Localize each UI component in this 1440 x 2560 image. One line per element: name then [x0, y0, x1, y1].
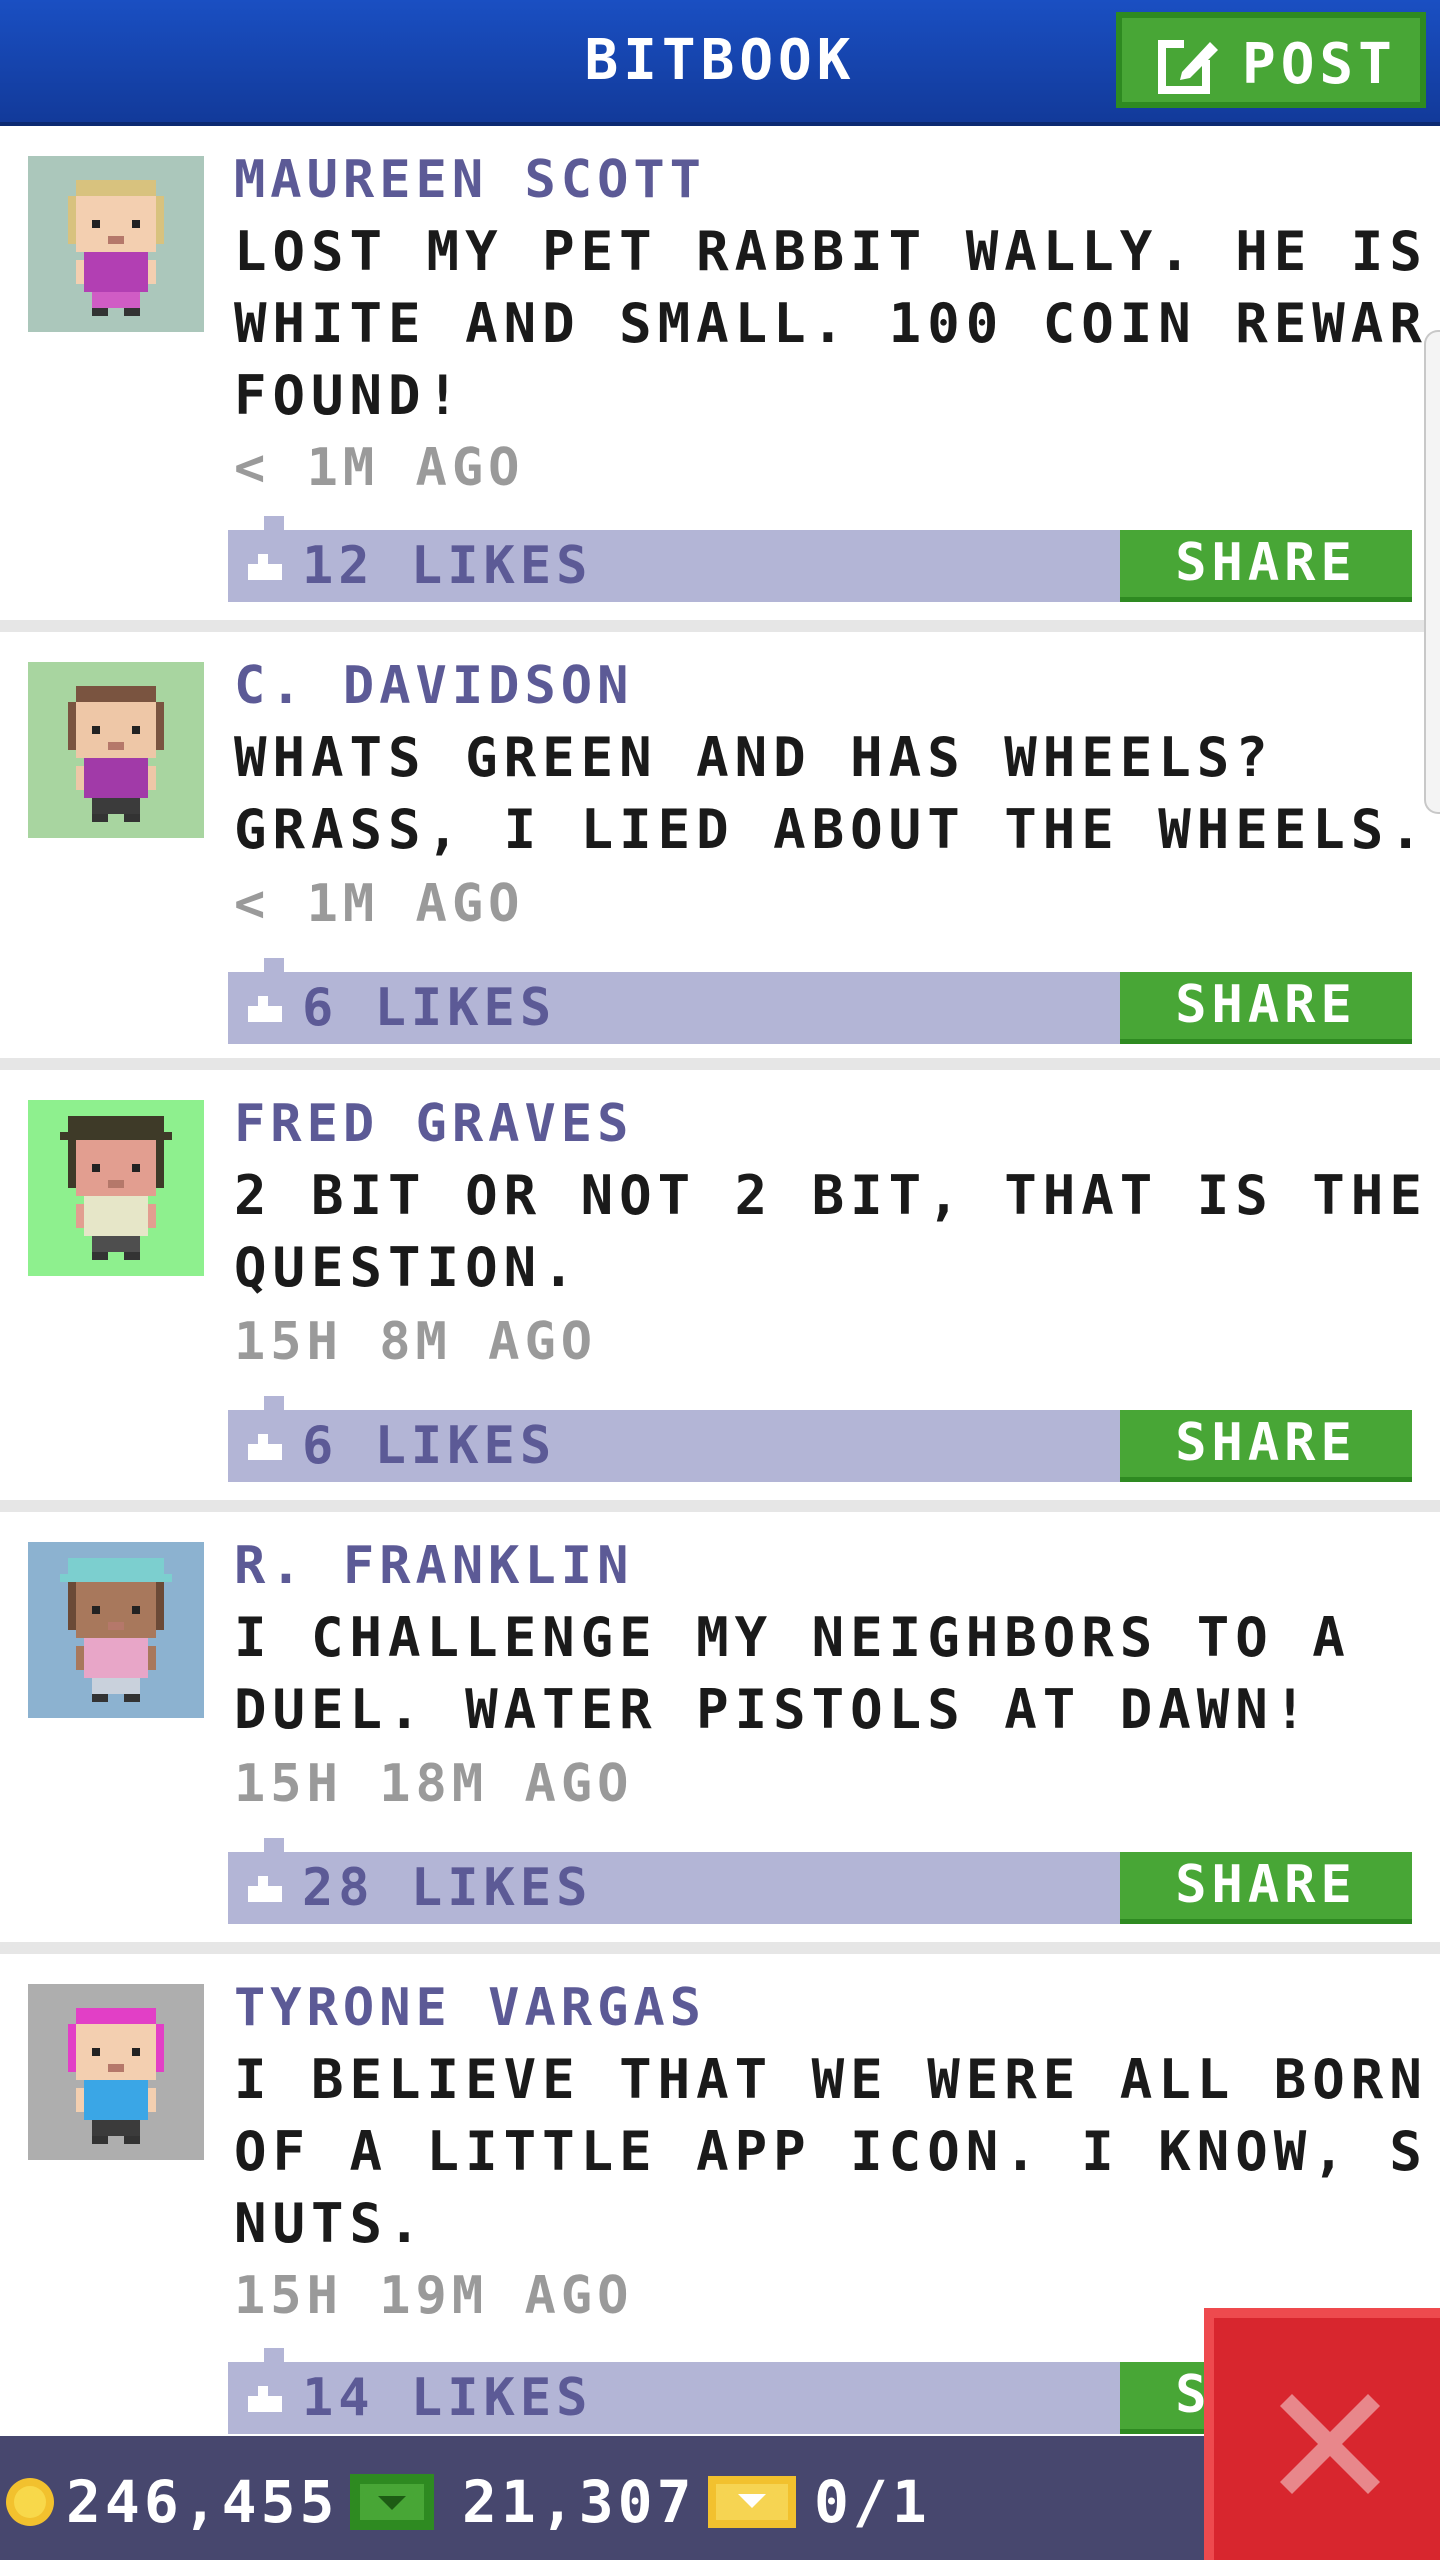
cash-icon: [350, 2474, 434, 2530]
like-icon[interactable]: [244, 992, 284, 1024]
post-message-line: QUESTION.: [234, 1236, 581, 1299]
bux-count: 21,307: [462, 2468, 696, 2536]
ticket-icon: [708, 2476, 796, 2528]
post-message-line: NUTS.: [234, 2192, 427, 2255]
post-card: C. DAVIDSON WHATS GREEN AND HAS WHEELS? …: [0, 632, 1440, 1058]
post-message: I CHALLENGE MY NEIGHBORS TO A DUEL. WATE…: [234, 1602, 1430, 1746]
avatar-portrait: [28, 1984, 204, 2160]
likes-count: 6 LIKES: [302, 1416, 557, 1476]
post-author[interactable]: MAUREEN SCOTT: [234, 144, 706, 216]
post-author[interactable]: C. DAVIDSON: [234, 650, 633, 722]
scrollbar[interactable]: [1424, 330, 1440, 814]
post-timestamp: 15H 19M AGO: [234, 2266, 634, 2326]
like-icon[interactable]: [244, 550, 284, 582]
avatar[interactable]: [28, 1100, 204, 1276]
post-message-line: OF A LITTLE APP ICON. I KNOW, SOUNDS: [234, 2120, 1430, 2183]
likes-bar: 12 LIKES SHARE: [228, 516, 1412, 602]
share-button[interactable]: SHARE: [1120, 1410, 1412, 1482]
app-header: BITBOOK POST: [0, 0, 1440, 122]
post-message-line: LOST MY PET RABBIT WALLY. HE IS: [234, 220, 1428, 283]
post-message: 2 BIT OR NOT 2 BIT, THAT IS THE QUESTION…: [234, 1160, 1430, 1304]
post-timestamp: < 1M AGO: [234, 874, 525, 934]
like-icon[interactable]: [244, 1430, 284, 1462]
avatar-portrait: [28, 1542, 204, 1718]
post-message-line: I BELIEVE THAT WE WERE ALL BORN OUT: [234, 2048, 1430, 2111]
share-button[interactable]: SHARE: [1120, 1852, 1412, 1924]
post-message-line: WHITE AND SMALL. 100 COIN REWARD IF: [234, 292, 1430, 355]
likes-count: 6 LIKES: [302, 978, 557, 1038]
avatar-portrait: [28, 1100, 204, 1276]
post-message: LOST MY PET RABBIT WALLY. HE IS WHITE AN…: [234, 216, 1430, 432]
tickets-count: 0/1: [814, 2468, 931, 2536]
close-button[interactable]: [1204, 2308, 1440, 2560]
like-icon[interactable]: [244, 1872, 284, 1904]
coin-icon: [6, 2478, 54, 2526]
post-message-line: GRASS, I LIED ABOUT THE WHEELS...: [234, 798, 1430, 861]
avatar[interactable]: [28, 156, 204, 332]
share-button[interactable]: SHARE: [1120, 972, 1412, 1044]
likes-bar: 6 LIKES SHARE: [228, 958, 1412, 1044]
likes-bar: 28 LIKES SHARE: [228, 1838, 1412, 1924]
post-timestamp: < 1M AGO: [234, 438, 525, 498]
post-author[interactable]: TYRONE VARGAS: [234, 1972, 706, 2044]
avatar-portrait: [28, 662, 204, 838]
avatar[interactable]: [28, 1542, 204, 1718]
post-message-line: WHATS GREEN AND HAS WHEELS?: [234, 726, 1274, 789]
share-button[interactable]: SHARE: [1120, 530, 1412, 602]
post-button-label: POST: [1242, 32, 1397, 97]
avatar-portrait: [28, 156, 204, 332]
post-card: MAUREEN SCOTT LOST MY PET RABBIT WALLY. …: [0, 126, 1440, 620]
post-message-line: 2 BIT OR NOT 2 BIT, THAT IS THE: [234, 1164, 1428, 1227]
likes-count: 12 LIKES: [302, 536, 593, 596]
post-message-line: DUEL. WATER PISTOLS AT DAWN!: [234, 1678, 1313, 1741]
close-icon: [1280, 2394, 1380, 2494]
likes-count: 28 LIKES: [302, 1858, 593, 1918]
post-timestamp: 15H 8M AGO: [234, 1312, 598, 1372]
avatar[interactable]: [28, 662, 204, 838]
post-message: I BELIEVE THAT WE WERE ALL BORN OUT OF A…: [234, 2044, 1430, 2260]
post-message-line: I CHALLENGE MY NEIGHBORS TO A: [234, 1606, 1351, 1669]
like-icon[interactable]: [244, 2382, 284, 2414]
avatar[interactable]: [28, 1984, 204, 2160]
post-timestamp: 15H 18M AGO: [234, 1754, 634, 1814]
post-card: FRED GRAVES 2 BIT OR NOT 2 BIT, THAT IS …: [0, 1070, 1440, 1500]
post-button[interactable]: POST: [1116, 12, 1426, 108]
likes-count: 14 LIKES: [302, 2368, 593, 2428]
post-message-line: FOUND!: [234, 364, 466, 427]
edit-icon: [1158, 36, 1218, 94]
post-author[interactable]: R. FRANKLIN: [234, 1530, 633, 1602]
post-message: WHATS GREEN AND HAS WHEELS? GRASS, I LIE…: [234, 722, 1430, 866]
post-author[interactable]: FRED GRAVES: [234, 1088, 633, 1160]
post-card: R. FRANKLIN I CHALLENGE MY NEIGHBORS TO …: [0, 1512, 1440, 1942]
coins-count: 246,455: [66, 2468, 339, 2536]
likes-bar: 6 LIKES SHARE: [228, 1396, 1412, 1482]
